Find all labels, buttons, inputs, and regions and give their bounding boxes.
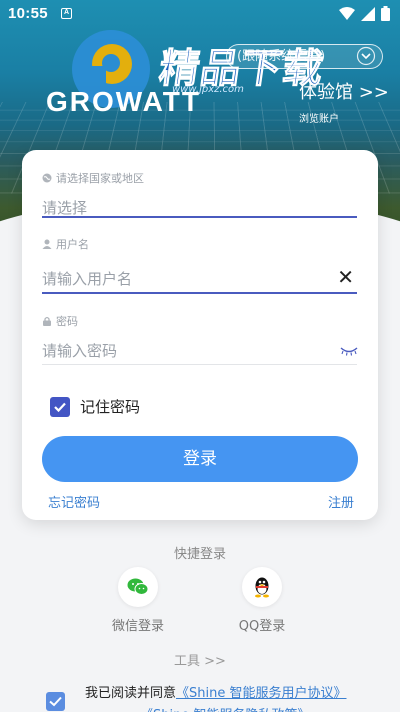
agreement-text: 我已阅读并同意《Shine 智能服务用户协议》 [85,682,347,701]
battery-icon [381,6,390,21]
eye-closed-icon[interactable] [340,346,358,356]
checkmark-icon [49,696,62,707]
username-label: 用户名 [42,236,89,252]
user-agreement-link[interactable]: 《Shine 智能服务用户协议》 [176,686,346,701]
remember-checkbox[interactable] [50,396,70,417]
tools-link[interactable]: 工具 >> [0,650,400,669]
experience-subtitle: 浏览账户 [299,114,339,125]
status-bar: 10:55 A [0,0,400,28]
quick-login-title: 快捷登录 [173,547,226,562]
notification-icon: A [61,8,72,19]
password-label-text: 密码 [56,315,78,328]
wechat-login-label[interactable]: 微信登录 [98,615,178,634]
qq-login-button[interactable] [242,567,282,607]
qq-login-label[interactable]: QQ登录 [222,615,302,634]
checkmark-icon [54,402,66,412]
globe-icon [42,173,52,183]
clear-icon[interactable]: ✕ [337,265,354,289]
username-underline [42,292,357,294]
language-selector[interactable]: (跟随系统语言) [226,44,383,69]
region-underline [42,216,357,218]
wifi-icon [339,6,355,20]
remember-password[interactable]: 记住密码 [50,396,140,417]
signal-icon [361,6,375,21]
region-label: 请选择国家或地区 [42,170,144,186]
register-link[interactable]: 注册 [328,492,354,511]
region-select[interactable]: 请选择 [42,197,357,218]
region-label-text: 请选择国家或地区 [56,172,144,185]
login-card: 请选择国家或地区 请选择 用户名 请输入用户名 ✕ 密码 请输入密码 记住密码 … [22,150,378,520]
system-icons [339,6,390,21]
forgot-password-link[interactable]: 忘记密码 [48,492,100,511]
remember-label: 记住密码 [80,398,141,416]
experience-link[interactable]: 体验馆 >> [299,78,389,104]
wechat-icon [127,578,149,595]
growatt-logo: GROWATT [46,86,202,117]
password-underline [42,364,357,365]
login-button[interactable]: 登录 [42,436,358,482]
chevron-down-icon [356,46,376,66]
qq-penguin-icon [255,577,269,598]
username-label-text: 用户名 [56,238,89,251]
language-label: (跟随系统语言) [237,49,326,64]
password-label: 密码 [42,313,78,329]
agreement-checkbox[interactable] [46,692,65,711]
privacy-policy-link[interactable]: 《Shine 智能服务隐私政策》 [140,704,310,712]
lock-icon [43,316,51,326]
username-input[interactable]: 请输入用户名 [42,268,357,289]
user-icon [42,239,52,249]
agreement-prefix: 我已阅读并同意 [85,686,177,701]
wechat-login-button[interactable] [118,567,158,607]
status-time: 10:55 [8,5,48,22]
password-input[interactable]: 请输入密码 [42,340,357,361]
